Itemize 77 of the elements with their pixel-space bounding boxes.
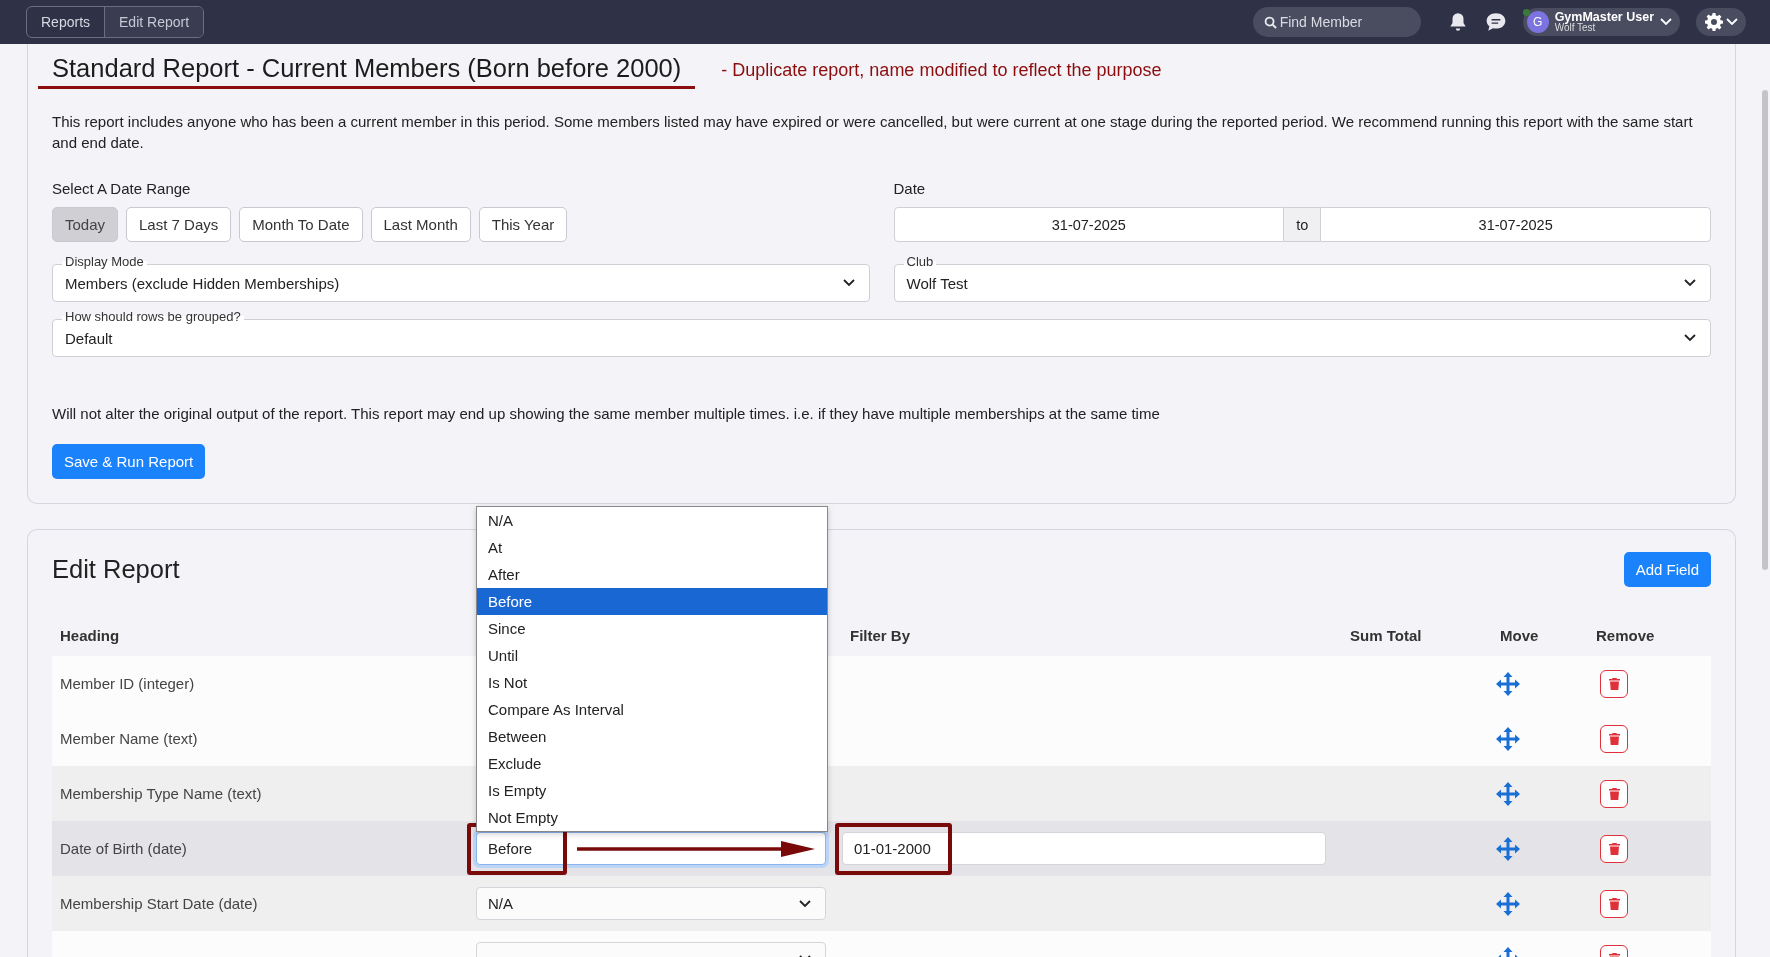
caret-icon [1726, 18, 1738, 26]
remove-button[interactable] [1600, 834, 1628, 863]
dropdown-option[interactable]: Not Empty [477, 804, 827, 831]
trash-icon [1608, 787, 1620, 800]
filter-value-field[interactable]: 01-01-2000 [842, 832, 1326, 865]
dropdown-option[interactable]: After [477, 561, 827, 588]
date-range-button[interactable]: Today [52, 207, 119, 242]
online-dot [1522, 9, 1530, 16]
table-cell: Date of Birth (date) [52, 821, 476, 876]
field-label: Club [903, 254, 937, 269]
report-description: This report includes anyone who has been a current member in this period. Some members listed may have expired or were cancelled, but were current at one stage during the reported period. We recommend running this report with the same start and end date. [52, 112, 1694, 153]
caret-icon [1660, 18, 1672, 26]
table-cell: Membership Type Name (text) [52, 766, 476, 821]
dropdown-option[interactable]: Compare As Interval [477, 696, 827, 723]
annotation-text: - Duplicate report, name modified to reflect the purpose [720, 60, 1162, 82]
caret-icon [799, 899, 811, 908]
dropdown-option[interactable]: At [477, 534, 827, 561]
caret-icon [1684, 334, 1696, 342]
dropdown-option[interactable]: Since [477, 615, 827, 642]
settings-icon [1704, 12, 1724, 32]
field-label: Display Mode [62, 254, 147, 269]
date-range-button[interactable]: Last Month [370, 207, 471, 242]
dropdown-option[interactable]: Between [477, 723, 827, 750]
start-date-field[interactable]: 31-07-2025 [893, 207, 1285, 242]
settings-button[interactable] [1696, 8, 1746, 36]
date-range-button[interactable]: Last 7 Days [126, 207, 232, 242]
remove-button[interactable] [1600, 779, 1628, 808]
breadcrumb-link[interactable]: Edit Report [104, 7, 204, 37]
search-icon [1263, 16, 1277, 29]
remove-button[interactable] [1600, 669, 1628, 698]
user-name: GymMaster User [1554, 10, 1654, 24]
end-date-field[interactable]: 31-07-2025 [1320, 207, 1711, 242]
column-header: Sum Total [1349, 627, 1423, 646]
move-icon[interactable] [1496, 726, 1520, 751]
user-avatar: G [1526, 11, 1549, 33]
save-run-button[interactable]: Save & Run Report [52, 444, 206, 479]
date-separator: to [1284, 207, 1321, 242]
user-club: Wolf Test [1554, 23, 1596, 34]
table-cell: Member Name (text) [52, 711, 476, 766]
trash-icon [1608, 897, 1620, 910]
move-icon[interactable] [1496, 671, 1520, 696]
remove-button[interactable] [1600, 724, 1628, 753]
remove-button[interactable] [1600, 889, 1628, 918]
move-icon[interactable] [1496, 836, 1520, 861]
filter-type-select[interactable]: N/A [476, 887, 826, 920]
dropdown-option[interactable]: Exclude [477, 750, 827, 777]
breadcrumb-link[interactable]: Reports [27, 7, 105, 37]
field-label: Date [893, 180, 927, 197]
date-range-button[interactable]: Month To Date [239, 207, 363, 242]
dropdown-option[interactable]: Until [477, 642, 827, 669]
move-icon[interactable] [1496, 891, 1520, 916]
date-range-button[interactable]: This Year [478, 207, 568, 242]
add-field-button[interactable]: Add Field [1623, 552, 1711, 587]
field-label: Select A Date Range [52, 180, 192, 197]
report-title: Standard Report - Current Members (Born before 2000) [38, 54, 696, 89]
column-header: Remove [1595, 627, 1656, 646]
dropdown-option[interactable]: Before [477, 588, 827, 615]
dropdown-option[interactable]: Is Empty [477, 777, 827, 804]
move-icon[interactable] [1496, 781, 1520, 806]
grouping-note: Will not alter the original output of the report. This report may end up showing the same member multiple times. i.e. if they have multiple memberships at the same time [52, 405, 1161, 422]
column-header: Filter By [849, 627, 911, 646]
column-header: Heading [59, 627, 121, 646]
caret-icon [842, 279, 855, 287]
trash-icon [1608, 842, 1620, 855]
table-cell: Member ID (integer) [52, 656, 476, 711]
trash-icon [1608, 732, 1620, 745]
dropdown-option[interactable]: Is Not [477, 669, 827, 696]
table-cell: Membership Start Date (date) [52, 876, 476, 931]
scrollbar[interactable] [1762, 90, 1768, 570]
caret-icon [1684, 279, 1696, 287]
section-title: Edit Report [52, 555, 180, 584]
search-field[interactable]: Find Member [1252, 7, 1421, 37]
trash-icon [1608, 677, 1620, 690]
chat-icon[interactable] [1484, 11, 1507, 33]
field-label: How should rows be grouped? [62, 309, 244, 324]
column-header: Move [1499, 627, 1540, 646]
dropdown-option[interactable]: N/A [477, 507, 827, 534]
